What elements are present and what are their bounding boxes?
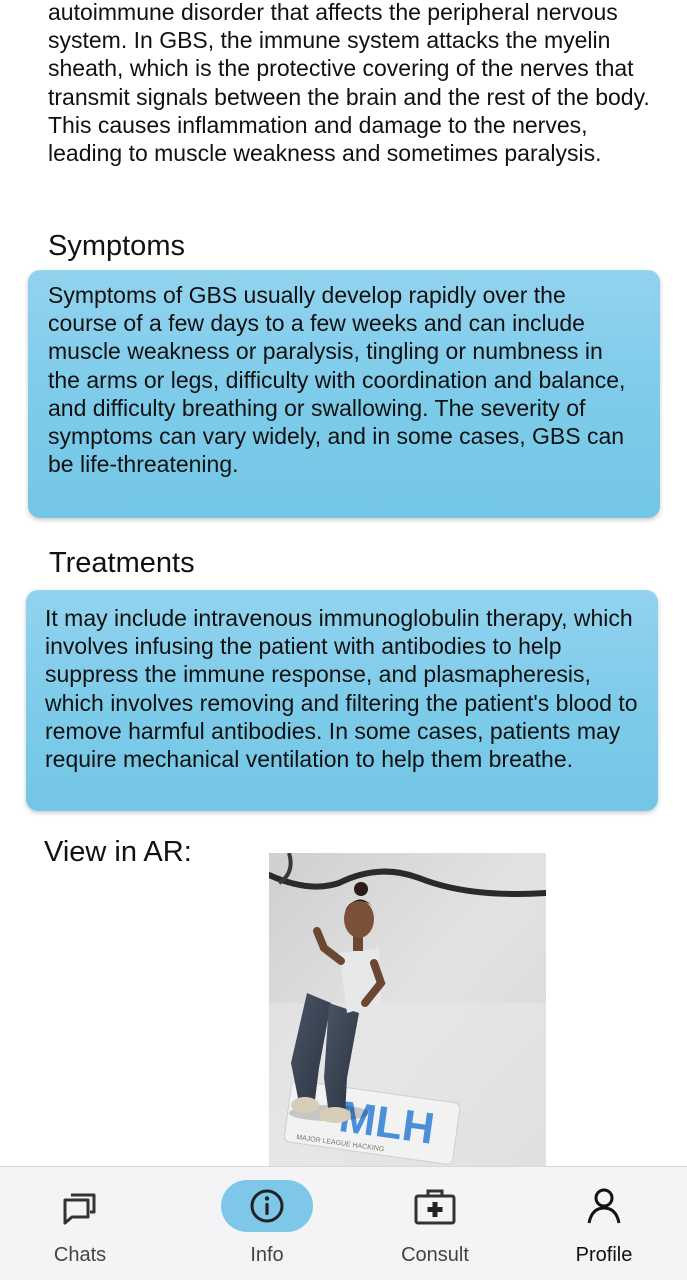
intro-paragraph: autoimmune disorder that affects the per… xyxy=(48,0,650,167)
chats-icon-wrap xyxy=(34,1180,126,1232)
ar-preview-image[interactable]: MLH MAJOR LEAGUE HACKING xyxy=(269,853,546,1166)
medical-kit-icon xyxy=(414,1189,456,1225)
symptoms-text: Symptoms of GBS usually develop rapidly … xyxy=(48,282,626,478)
symptoms-heading: Symptoms xyxy=(48,230,185,262)
info-icon-wrap xyxy=(221,1180,313,1232)
nav-item-info[interactable]: Info xyxy=(187,1167,347,1280)
nav-item-chats[interactable]: Chats xyxy=(0,1167,160,1280)
info-icon xyxy=(250,1189,284,1223)
chats-icon xyxy=(63,1193,96,1225)
nav-item-profile[interactable]: Profile xyxy=(524,1167,684,1280)
person-icon-wrap xyxy=(558,1180,650,1232)
treatments-text: It may include intravenous immunoglobuli… xyxy=(45,605,638,773)
nav-label-consult: Consult xyxy=(401,1244,469,1266)
nav-item-consult[interactable]: Consult xyxy=(355,1167,515,1280)
nav-label-profile: Profile xyxy=(575,1244,633,1266)
symptoms-card: Symptoms of GBS usually develop rapidly … xyxy=(28,270,660,518)
view-in-ar-label: View in AR: xyxy=(44,836,192,868)
nav-label-info: Info xyxy=(250,1244,284,1266)
person-icon xyxy=(587,1188,621,1224)
treatments-heading: Treatments xyxy=(49,547,195,579)
content-scroll-area[interactable]: autoimmune disorder that affects the per… xyxy=(0,0,687,1166)
medical-kit-icon-wrap xyxy=(389,1180,481,1232)
info-page: autoimmune disorder that affects the per… xyxy=(0,0,687,1280)
bottom-navigation-bar: Chats Info Consult Profile xyxy=(0,1166,687,1280)
treatments-card: It may include intravenous immunoglobuli… xyxy=(26,590,658,811)
nav-label-chats: Chats xyxy=(53,1244,107,1266)
